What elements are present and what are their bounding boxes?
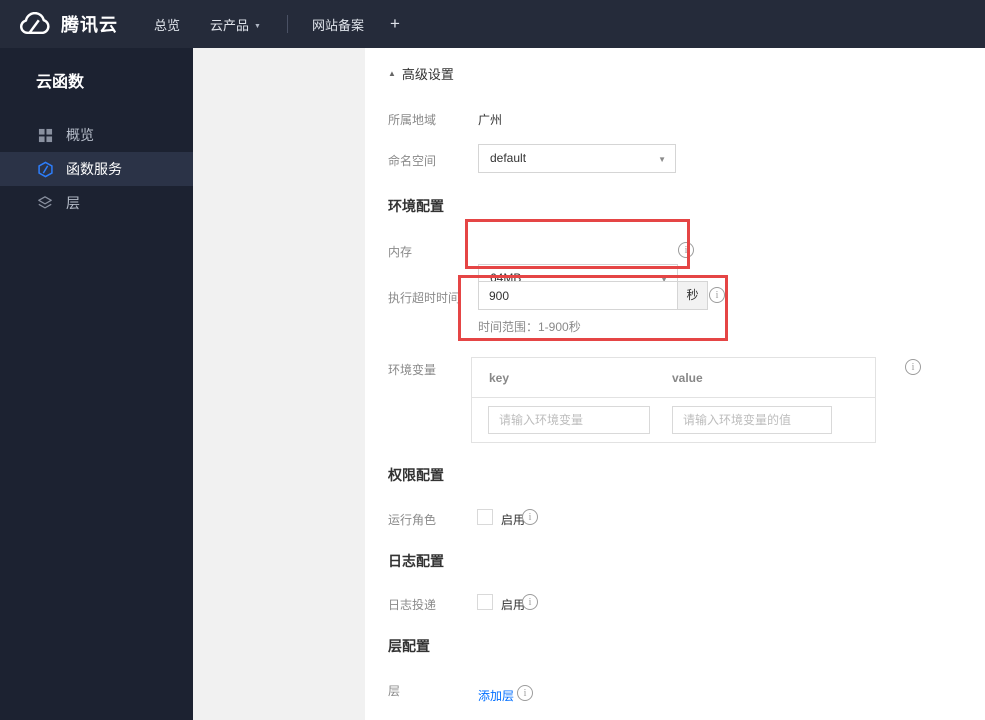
tencent-cloud-logo[interactable]: 腾讯云 xyxy=(18,11,118,37)
brand-name: 腾讯云 xyxy=(61,15,118,35)
env-vars-table-row xyxy=(472,398,875,443)
timeout-input-group: 秒 xyxy=(478,281,708,310)
env-key-column-header: key xyxy=(489,370,510,385)
timeout-unit-addon[interactable]: 秒 xyxy=(678,281,708,310)
memory-label: 内存 xyxy=(388,245,413,259)
function-config-panel: ▲ 高级设置 所属地域 广州 命名空间 default ▼ 环境配置 内存 64… xyxy=(365,48,985,720)
namespace-select[interactable]: default ▼ xyxy=(478,144,676,173)
sidebar-item-overview[interactable]: 概览 xyxy=(0,118,193,152)
timeout-range-hint: 时间范围：1-900秒 xyxy=(478,320,581,334)
log-delivery-info-icon[interactable]: i xyxy=(522,594,538,610)
content-background-column xyxy=(193,48,365,720)
log-config-title: 日志配置 xyxy=(388,553,444,569)
layer-config-title: 层配置 xyxy=(388,638,430,654)
nav-add-button[interactable]: + xyxy=(390,14,400,34)
timeout-info-icon[interactable]: i xyxy=(709,287,725,303)
triangle-up-icon: ▲ xyxy=(388,69,396,78)
nav-item-overview[interactable]: 总览 xyxy=(154,15,180,34)
env-value-input[interactable] xyxy=(672,406,832,434)
namespace-label: 命名空间 xyxy=(388,154,437,168)
grid-icon xyxy=(36,126,54,144)
sidebar-item-layers[interactable]: 层 xyxy=(0,186,193,220)
sidebar-menu: 概览 函数服务 层 xyxy=(0,118,193,220)
env-config-title: 环境配置 xyxy=(388,198,444,214)
timeout-label: 执行超时时间 xyxy=(388,291,461,305)
sidebar-item-label: 概览 xyxy=(66,127,94,143)
env-value-column-header: value xyxy=(672,370,703,385)
sidebar-item-function-service[interactable]: 函数服务 xyxy=(0,152,193,186)
advanced-settings-label: 高级设置 xyxy=(401,67,454,82)
sidebar-item-label: 函数服务 xyxy=(66,161,122,177)
sidebar: 云函数 概览 函数服务 层 xyxy=(0,48,193,720)
timeout-input[interactable] xyxy=(478,281,678,310)
memory-info-icon[interactable]: i xyxy=(678,242,694,258)
nav-item-website-filing[interactable]: 网站备案 xyxy=(312,15,364,34)
log-delivery-label: 日志投递 xyxy=(388,598,437,612)
top-navbar: 腾讯云 总览 云产品 ▼ 网站备案 + xyxy=(0,0,985,48)
region-value: 广州 xyxy=(478,113,503,127)
function-icon xyxy=(36,160,54,178)
env-vars-table: key value xyxy=(471,357,876,443)
run-role-enable-checkbox[interactable] xyxy=(477,509,493,525)
chevron-down-icon: ▼ xyxy=(658,155,666,164)
nav-item-cloud-products[interactable]: 云产品 ▼ xyxy=(210,15,261,34)
permission-config-title: 权限配置 xyxy=(388,467,444,483)
chevron-down-icon: ▼ xyxy=(254,22,261,30)
sidebar-title: 云函数 xyxy=(36,74,85,91)
sidebar-item-label: 层 xyxy=(66,195,80,211)
run-role-label: 运行角色 xyxy=(388,513,437,527)
env-key-input[interactable] xyxy=(488,406,650,434)
add-layer-link[interactable]: 添加层 xyxy=(478,687,514,704)
env-vars-table-header: key value xyxy=(472,358,875,398)
nav-divider xyxy=(286,15,288,33)
log-delivery-enable-checkbox[interactable] xyxy=(477,594,493,610)
cloud-logo-icon xyxy=(19,11,50,34)
region-label: 所属地域 xyxy=(388,113,437,127)
advanced-settings-toggle[interactable]: ▲ 高级设置 xyxy=(388,64,454,83)
env-vars-info-icon[interactable]: i xyxy=(905,359,921,375)
run-role-info-icon[interactable]: i xyxy=(522,509,538,525)
namespace-selected-value: default xyxy=(490,151,527,165)
layers-icon xyxy=(36,194,54,212)
env-vars-label: 环境变量 xyxy=(388,363,437,377)
add-layer-info-icon[interactable]: i xyxy=(517,685,533,701)
layer-label: 层 xyxy=(388,684,401,698)
